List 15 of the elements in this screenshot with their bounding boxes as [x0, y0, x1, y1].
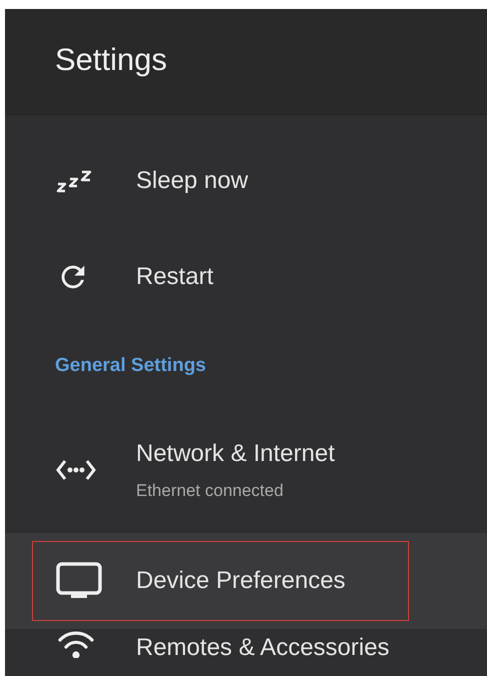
menu-item-label: Device Preferences	[136, 566, 346, 596]
monitor-icon	[56, 562, 102, 600]
menu-row[interactable]: Network & Internet Ethernet connected	[5, 407, 487, 533]
selected-row-highlight[interactable]: Device Preferences	[5, 533, 487, 629]
menu-row[interactable]: Sleep now	[5, 133, 487, 229]
wifi-signal-icon	[56, 630, 96, 658]
menu-row[interactable]: Restart	[5, 229, 487, 325]
menu-item-label: Sleep now	[136, 166, 248, 196]
menu-row[interactable]: Remotes & Accessories	[5, 629, 487, 669]
menu-item-label: Network & Internet	[136, 439, 335, 470]
menu-item-subtitle: Ethernet connected	[136, 480, 284, 502]
menu-item-label: Restart	[136, 262, 214, 292]
section-heading: General Settings	[55, 354, 206, 378]
page-title: Settings	[55, 41, 168, 79]
menu-item-label: Remotes & Accessories	[136, 633, 390, 663]
